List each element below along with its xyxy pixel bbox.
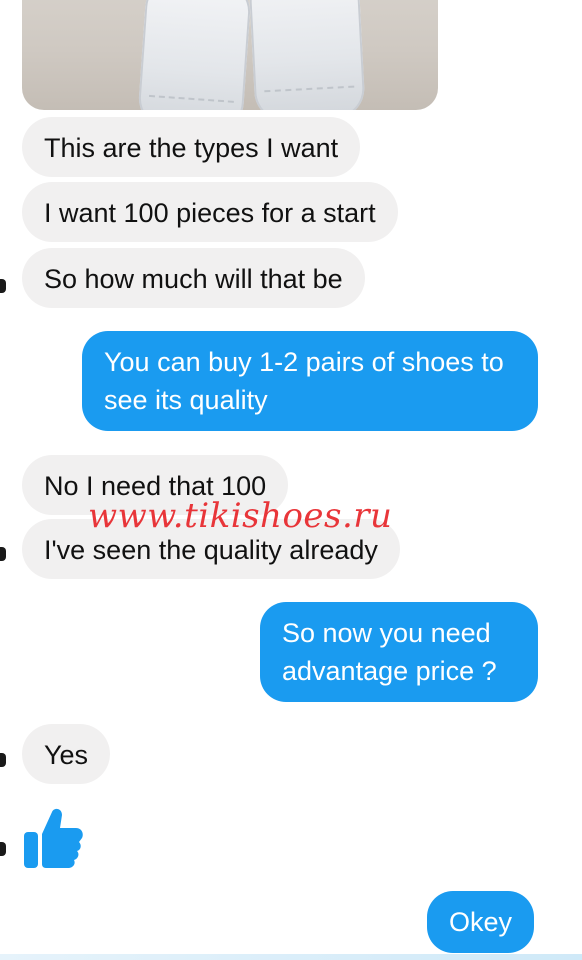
message-bubble-outgoing[interactable]: So now you need advantage price ? [260, 602, 538, 702]
thumbs-up-icon[interactable] [22, 806, 84, 870]
message-bubble-outgoing[interactable]: Okey [427, 891, 535, 953]
sender-avatar-indicator [0, 753, 6, 767]
shared-shoe-photo[interactable] [22, 0, 438, 110]
message-bubble-incoming[interactable]: This are the types I want [22, 117, 361, 177]
message-bubble-incoming[interactable]: Yes [22, 724, 111, 784]
watermark: www.tikishoes.ru [88, 496, 393, 536]
sender-avatar-indicator [0, 279, 6, 293]
message-bubble-outgoing[interactable]: You can buy 1-2 pairs of shoes to see it… [82, 331, 538, 431]
message-bubble-incoming[interactable]: So how much will that be [22, 248, 365, 308]
composer-edge [0, 954, 582, 960]
message-bubble-incoming[interactable]: I want 100 pieces for a start [22, 182, 398, 242]
sender-avatar-indicator [0, 842, 6, 856]
sender-avatar-indicator [0, 547, 6, 561]
chat-thread: This are the types I want I want 100 pie… [0, 0, 582, 960]
shoe-left [136, 0, 253, 110]
shoe-right [248, 0, 366, 110]
